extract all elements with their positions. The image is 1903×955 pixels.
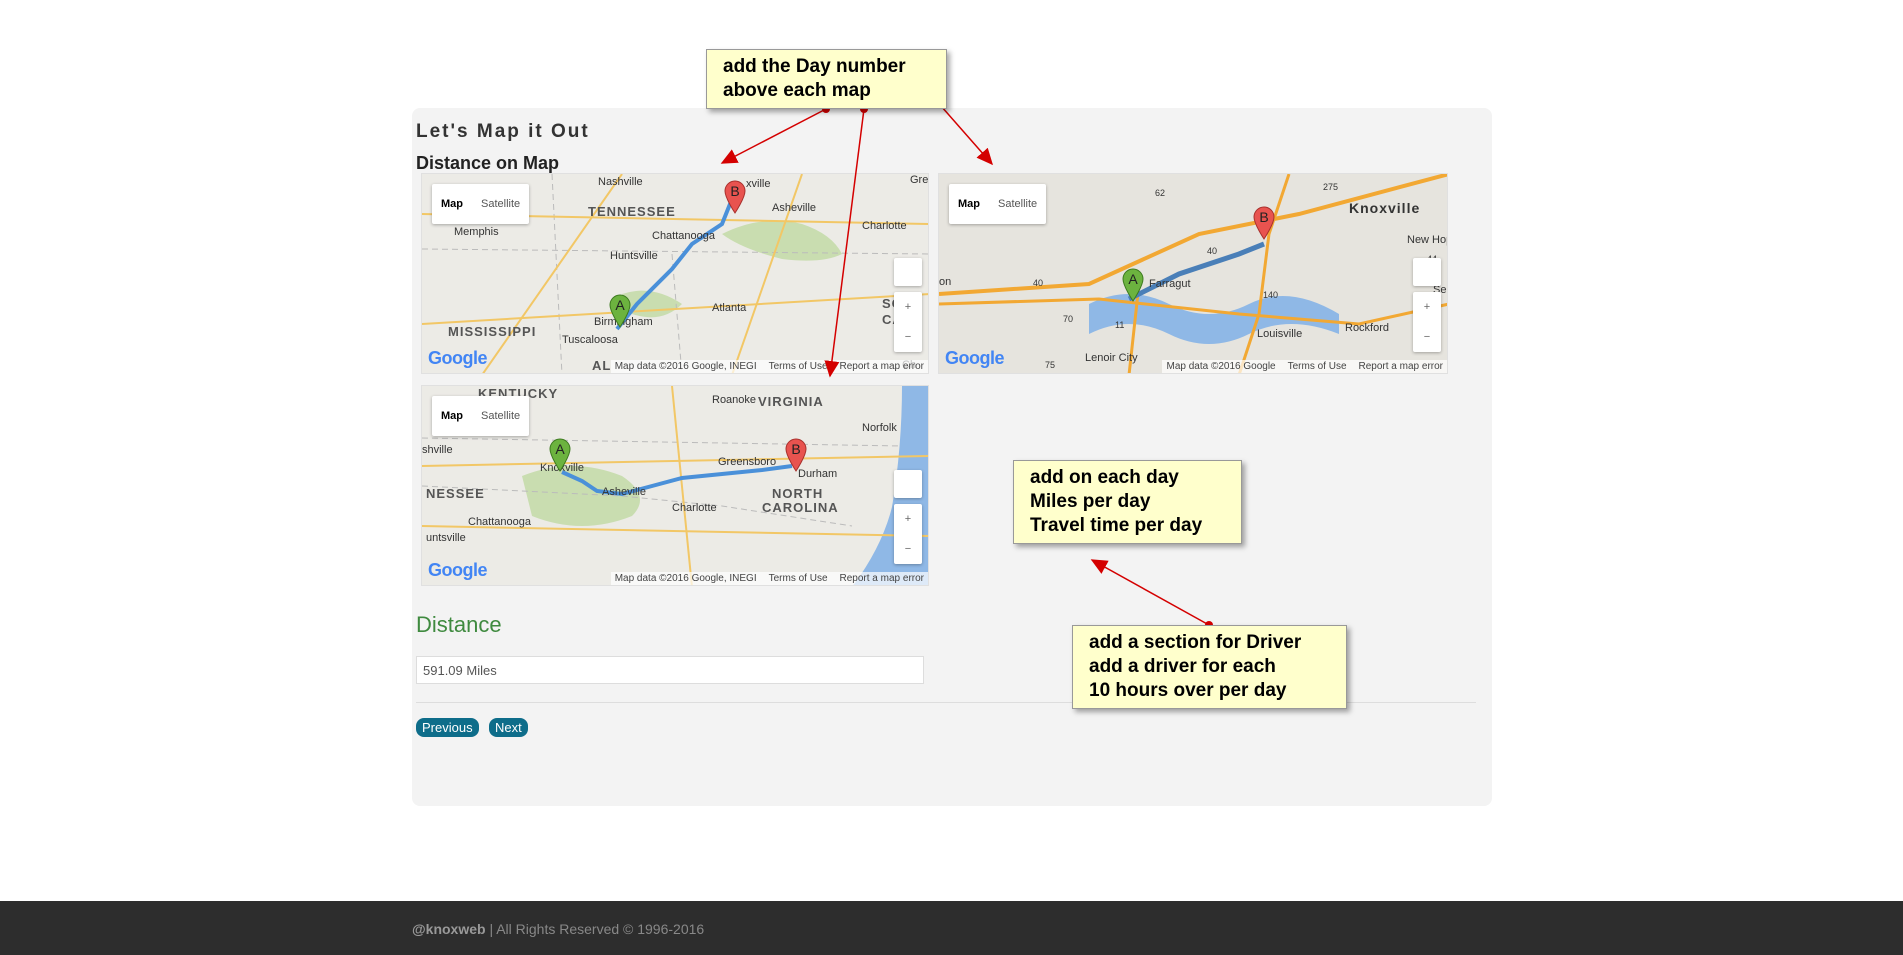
map-type-map-button[interactable]: Map: [432, 184, 472, 224]
map-attribution: Map data ©2016 Google, INEGI Terms of Us…: [610, 572, 928, 585]
map-label: Farragut: [1149, 278, 1191, 290]
page-title: Let's Map it Out: [416, 121, 590, 142]
annotation-note-driver: add a section for Driver add a driver fo…: [1072, 625, 1347, 709]
map-label: Louisville: [1257, 328, 1303, 340]
map-attribution: Map data ©2016 Google, INEGI Terms of Us…: [610, 360, 928, 373]
map-day-1[interactable]: Nashville TENNESSEE Memphis Chattanooga …: [421, 173, 929, 374]
map-label: 140: [1263, 290, 1279, 300]
map-type-satellite-button[interactable]: Satellite: [472, 396, 529, 436]
map-label: Gre: [910, 174, 929, 186]
map-label: 11: [1115, 320, 1125, 330]
map-label: Charlotte: [672, 502, 717, 514]
map-label: NESSEE: [426, 486, 485, 501]
map-label: 40: [1033, 278, 1044, 288]
map-label: Knoxville: [1349, 200, 1421, 216]
street-view-control[interactable]: [1413, 258, 1441, 286]
footer: @knoxweb | All Rights Reserved © 1996-20…: [0, 901, 1903, 955]
marker-a[interactable]: A: [609, 294, 631, 328]
map-label: NORTH: [772, 486, 824, 501]
map-label: New Hop: [1407, 234, 1448, 246]
map-label: MISSISSIPPI: [448, 324, 537, 339]
report-error-link[interactable]: Report a map error: [840, 573, 924, 584]
map-label: shville: [422, 444, 453, 456]
map-type-satellite-button[interactable]: Satellite: [472, 184, 529, 224]
marker-a[interactable]: A: [549, 438, 571, 472]
marker-b[interactable]: B: [1253, 206, 1275, 240]
google-logo: Google: [428, 560, 488, 580]
zoom-in-icon[interactable]: +: [905, 301, 911, 313]
map-label: CAROLINA: [762, 500, 839, 515]
map-label: Memphis: [454, 226, 499, 238]
zoom-out-icon[interactable]: −: [905, 543, 911, 555]
map-type-control: Map Satellite: [432, 396, 530, 436]
map-label: 70: [1063, 314, 1074, 324]
map-label: TENNESSEE: [588, 204, 676, 219]
map-label: Chattanooga: [468, 516, 531, 528]
footer-brand-link[interactable]: @knoxweb: [412, 921, 486, 937]
zoom-control[interactable]: + −: [894, 504, 922, 564]
report-error-link[interactable]: Report a map error: [1359, 361, 1443, 372]
zoom-control[interactable]: + −: [894, 292, 922, 352]
annotation-note-per-day: add on each day Miles per day Travel tim…: [1013, 460, 1242, 544]
map-label: Roanoke: [712, 394, 757, 406]
map-label: Norfolk: [862, 422, 897, 434]
zoom-in-icon[interactable]: +: [905, 513, 911, 525]
previous-button[interactable]: Previous: [416, 718, 479, 737]
map-label: Huntsville: [610, 250, 658, 262]
map-type-satellite-button[interactable]: Satellite: [989, 184, 1046, 224]
section-title: Distance on Map: [416, 153, 560, 173]
zoom-out-icon[interactable]: −: [1424, 331, 1430, 343]
terms-link[interactable]: Terms of Use: [769, 361, 828, 372]
map-label: xville: [746, 178, 771, 190]
marker-a[interactable]: A: [1122, 268, 1144, 302]
map-label: Chattanooga: [652, 230, 715, 242]
map-label: Lenoir City: [1085, 352, 1138, 364]
footer-copyright: @knoxweb | All Rights Reserved © 1996-20…: [412, 921, 705, 937]
map-label: 40: [1207, 246, 1218, 256]
map-label: AL: [592, 358, 612, 373]
map-day-2[interactable]: Knoxville Farragut New Hop on Louisville…: [938, 173, 1448, 374]
map-attribution: Map data ©2016 Google Terms of Use Repor…: [1162, 360, 1447, 373]
map-label: Asheville: [602, 486, 647, 498]
map-label: Tuscaloosa: [562, 334, 618, 346]
distance-value-field: 591.09 Miles: [416, 656, 924, 684]
google-logo: Google: [945, 348, 1005, 368]
map-label: Asheville: [772, 202, 817, 214]
zoom-out-icon[interactable]: −: [905, 331, 911, 343]
map-label: Rockford: [1345, 322, 1390, 334]
zoom-in-icon[interactable]: +: [1424, 301, 1430, 313]
map-type-control: Map Satellite: [432, 184, 530, 224]
next-button[interactable]: Next: [489, 718, 528, 737]
annotation-note-day-number: add the Day number above each map: [706, 49, 947, 109]
map-label: 62: [1155, 188, 1166, 198]
street-view-control[interactable]: [894, 470, 922, 498]
map-label: Atlanta: [712, 302, 747, 314]
street-view-control[interactable]: [894, 258, 922, 286]
terms-link[interactable]: Terms of Use: [769, 573, 828, 584]
terms-link[interactable]: Terms of Use: [1288, 361, 1347, 372]
map-type-control: Map Satellite: [949, 184, 1047, 224]
map-label: on: [939, 276, 952, 288]
map-label: Nashville: [598, 176, 643, 188]
map-label: Charlotte: [862, 220, 907, 232]
map-day-3[interactable]: KENTUCKY VIRGINIA Roanoke Norfolk shvill…: [421, 385, 929, 586]
report-error-link[interactable]: Report a map error: [840, 361, 924, 372]
marker-b[interactable]: B: [785, 438, 807, 472]
map-label: VIRGINIA: [758, 394, 824, 409]
map-label: untsville: [426, 532, 466, 544]
map-label: 275: [1323, 182, 1339, 192]
map-label: 75: [1045, 360, 1056, 370]
distance-title: Distance: [416, 612, 502, 637]
zoom-control[interactable]: + −: [1413, 292, 1441, 352]
marker-b[interactable]: B: [724, 180, 746, 214]
google-logo: Google: [428, 348, 488, 368]
map-type-map-button[interactable]: Map: [949, 184, 989, 224]
map-label: Greensboro: [718, 456, 777, 468]
map-type-map-button[interactable]: Map: [432, 396, 472, 436]
